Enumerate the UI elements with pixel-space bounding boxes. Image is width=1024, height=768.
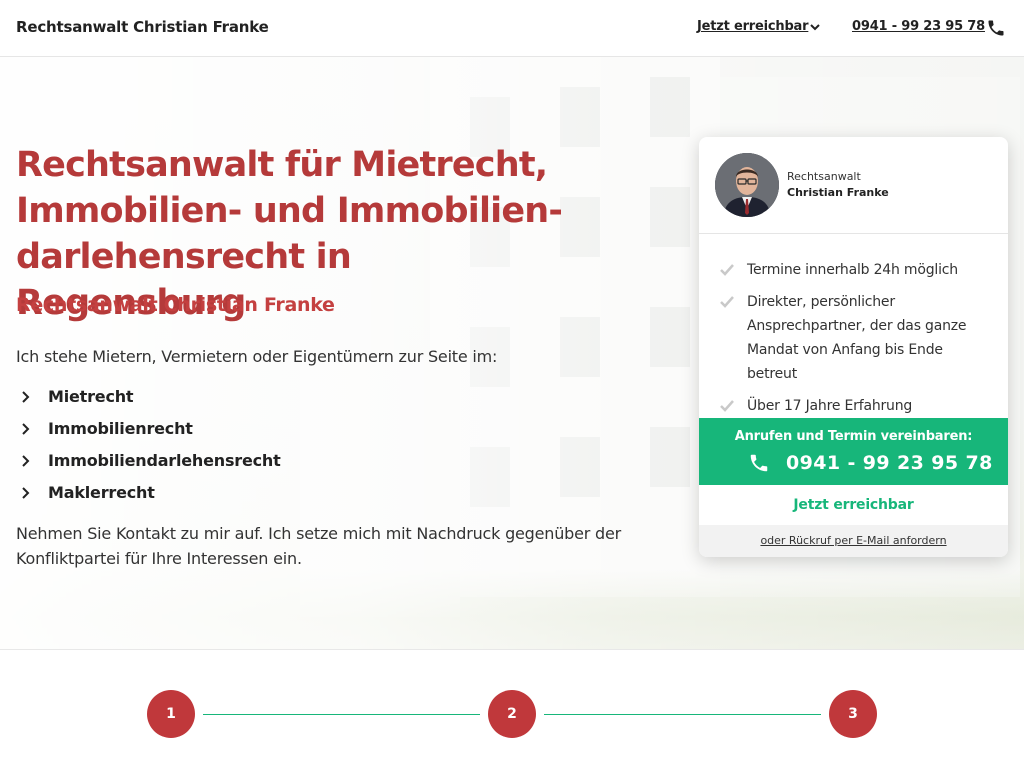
call-cta-button[interactable]: Anrufen und Termin vereinbaren: 0941 - 9… — [699, 418, 1008, 485]
step-3-badge: 3 — [829, 690, 877, 738]
benefit-item: Direkter, persönlicher Ansprechpartner, … — [719, 290, 994, 386]
chevron-down-icon[interactable] — [808, 18, 822, 36]
hero-title-line: Rechtsanwalt für Mietrecht, — [16, 145, 548, 185]
benefit-item: Über 17 Jahre Erfahrung — [719, 394, 994, 418]
benefit-item: Termine innerhalb 24h möglich — [719, 258, 994, 282]
chevron-right-icon — [22, 423, 30, 435]
card-footer: oder Rückruf per E-Mail anfordern — [699, 525, 1008, 557]
hero-outro-text: Nehmen Sie Kontakt zu mir auf. Ich setze… — [16, 524, 622, 568]
practice-area-label: Maklerrecht — [48, 483, 155, 502]
card-role: Rechtsanwalt — [787, 170, 861, 183]
phone-icon[interactable] — [986, 18, 1006, 38]
card-divider — [699, 233, 1008, 234]
benefit-text: Termine innerhalb 24h möglich — [747, 262, 958, 278]
check-icon — [720, 400, 734, 412]
hero-title-line: Immobilien- und Immobilien- — [16, 191, 563, 231]
contact-card: Rechtsanwalt Christian Franke Termine in… — [699, 137, 1008, 557]
practice-area-label: Immobiliendarlehensrecht — [48, 451, 281, 470]
cta-phone-number: 0941 - 99 23 95 78 — [786, 452, 993, 474]
site-brand[interactable]: Rechtsanwalt Christian Franke — [16, 18, 269, 36]
card-availability-link[interactable]: Jetzt erreichbar — [699, 485, 1008, 525]
hero-subtitle: Rechtsanwalt Christian Franke — [16, 294, 335, 316]
availability-dropdown-label[interactable]: Jetzt erreichbar — [697, 19, 809, 34]
email-callback-link[interactable]: oder Rückruf per E-Mail anfordern — [760, 534, 946, 547]
phone-icon — [750, 454, 768, 472]
check-icon — [720, 296, 734, 308]
practice-area-label: Mietrecht — [48, 387, 134, 406]
benefit-text: Über 17 Jahre Erfahrung — [747, 398, 913, 414]
step-2-badge: 2 — [488, 690, 536, 738]
card-name: Christian Franke — [787, 186, 889, 199]
process-steps: 1 2 3 — [0, 651, 1024, 768]
chevron-right-icon — [22, 391, 30, 403]
practice-area-item: Immobiliendarlehensrecht — [20, 449, 281, 481]
step-1-badge: 1 — [147, 690, 195, 738]
site-header: Rechtsanwalt Christian Franke Jetzt erre… — [0, 0, 1024, 57]
lawyer-avatar — [715, 153, 779, 217]
practice-area-item: Maklerrecht — [20, 481, 281, 513]
benefits-list: Termine innerhalb 24h möglich Direkter, … — [719, 258, 994, 426]
step-connector — [544, 714, 821, 715]
practice-areas-list: Mietrecht Immobilienrecht Immobiliendarl… — [20, 385, 281, 513]
hero-intro-text: Ich stehe Mietern, Vermietern oder Eigen… — [16, 347, 498, 366]
benefit-text: Direkter, persönlicher Ansprechpartner, … — [747, 294, 967, 382]
portrait-image — [715, 153, 779, 217]
practice-area-item: Immobilienrecht — [20, 417, 281, 449]
chevron-right-icon — [22, 455, 30, 467]
practice-area-item: Mietrecht — [20, 385, 281, 417]
header-phone-link[interactable]: 0941 - 99 23 95 78 — [852, 19, 985, 34]
step-connector — [203, 714, 480, 715]
check-icon — [720, 264, 734, 276]
cta-label: Anrufen und Termin vereinbaren: — [734, 429, 973, 444]
chevron-right-icon — [22, 487, 30, 499]
practice-area-label: Immobilienrecht — [48, 419, 193, 438]
